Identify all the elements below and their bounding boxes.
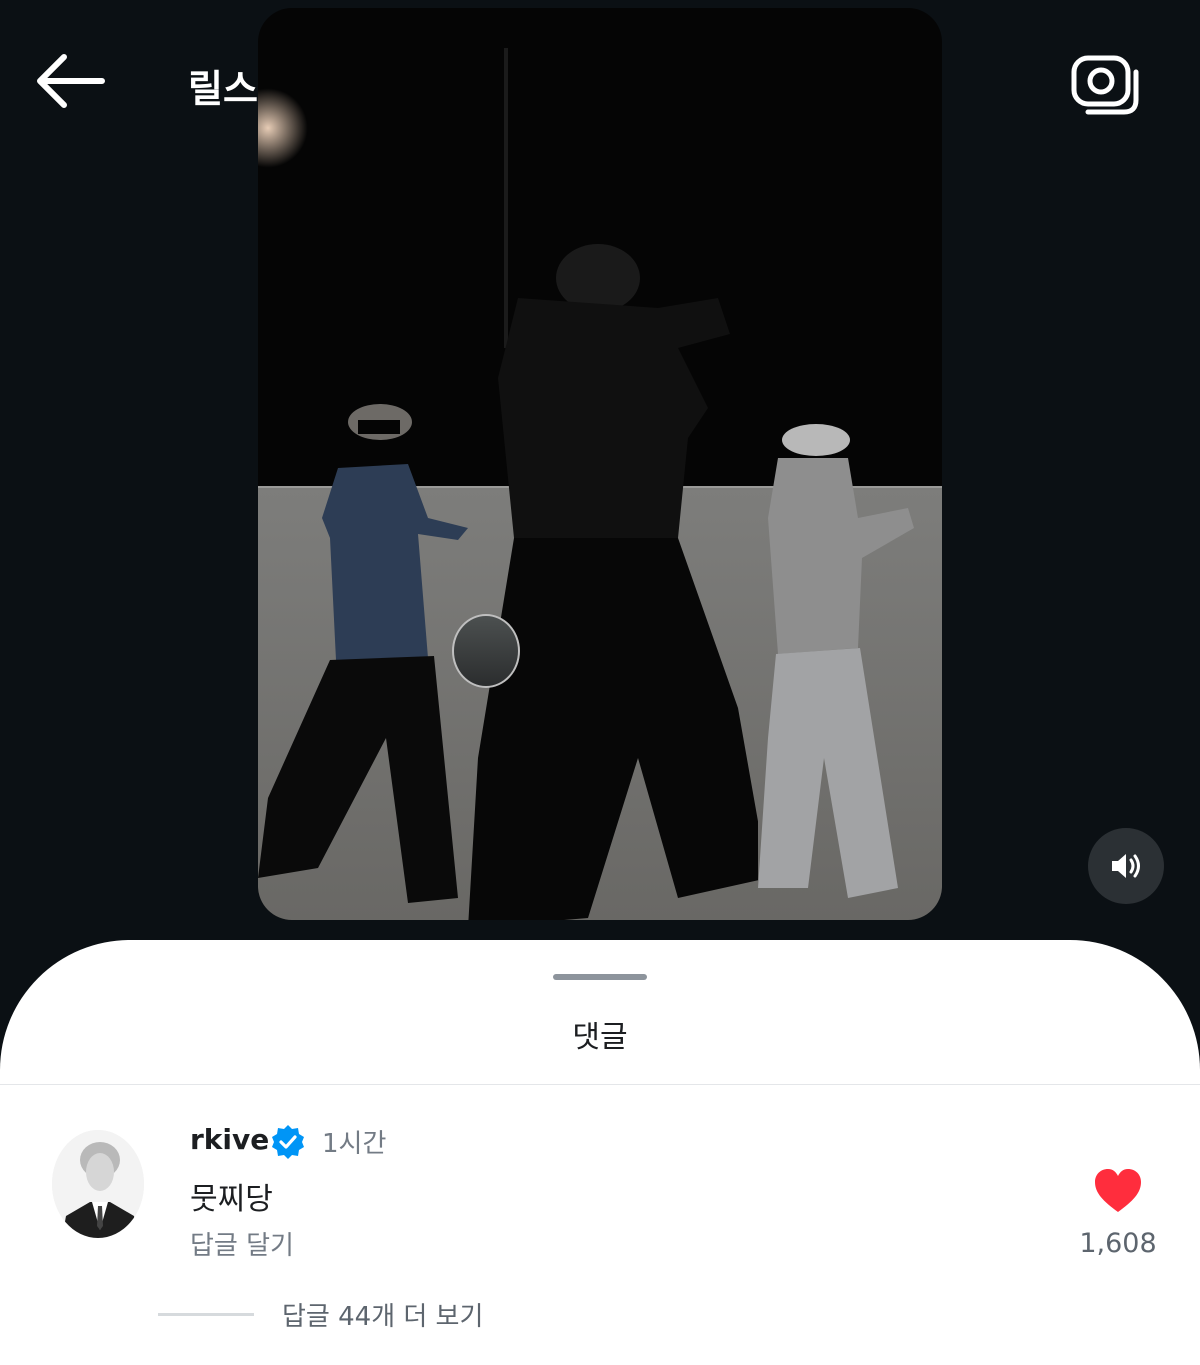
like-count: 1,608	[1079, 1228, 1157, 1259]
dancer-right	[758, 424, 914, 898]
video-thumbnail-bubble	[452, 614, 520, 688]
sheet-drag-handle[interactable]	[553, 974, 647, 980]
comment-timestamp: 1시간	[322, 1129, 387, 1159]
sheet-divider	[0, 1084, 1200, 1085]
camera-icon	[1071, 55, 1139, 115]
arrow-left-icon	[37, 54, 105, 108]
verified-badge-icon	[272, 1125, 304, 1159]
profile-photo	[52, 1130, 144, 1238]
back-button[interactable]	[30, 48, 110, 114]
reel-video[interactable]	[258, 8, 942, 920]
dancer-center	[468, 244, 758, 920]
camera-button[interactable]	[1066, 48, 1146, 120]
comments-sheet: 댓글 rkive 1시간 뭇찌당 답글 달기 1,608 답글 44개 더 보기	[0, 940, 1200, 1365]
avatar[interactable]	[52, 1130, 144, 1238]
sound-toggle-button[interactable]	[1088, 828, 1164, 904]
sheet-title: 댓글	[572, 1020, 628, 1055]
reply-button[interactable]: 답글 달기	[190, 1225, 294, 1262]
volume-icon	[1112, 854, 1140, 878]
heart-icon	[1095, 1169, 1141, 1212]
like-button[interactable]	[1093, 1168, 1143, 1214]
replies-connector-line	[158, 1313, 254, 1316]
page-title: 릴스	[188, 67, 258, 111]
comment-username[interactable]: rkive	[190, 1123, 269, 1156]
comment-text: 뭇찌당	[190, 1182, 273, 1217]
studio-light	[258, 88, 308, 168]
view-more-replies-button[interactable]: 답글 44개 더 보기	[282, 1296, 483, 1333]
